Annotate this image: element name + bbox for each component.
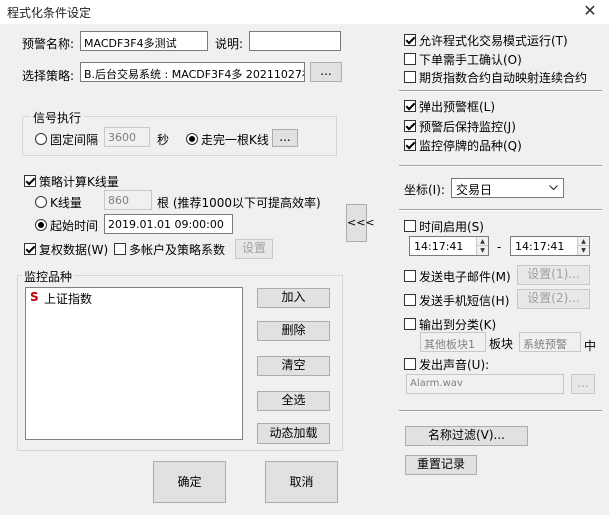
adjusted-data-checkbox[interactable] xyxy=(24,243,36,255)
kline-count-radio[interactable] xyxy=(35,196,47,208)
adjusted-data-label: 复权数据(W) xyxy=(39,243,109,257)
time-to-stepper[interactable]: 14:17:41 ▲ ▼ xyxy=(510,236,590,256)
kline-complete-label: 走完一根K线 xyxy=(201,133,269,147)
title-bar xyxy=(0,0,609,25)
middle-label: 中 xyxy=(584,339,597,353)
allow-program-trading-label: 允许程式化交易模式运行(T) xyxy=(419,34,568,48)
futures-continuous-checkbox[interactable] xyxy=(404,71,416,83)
email-settings-button[interactable]: 设置(1)... xyxy=(517,265,590,285)
sound-browse-button[interactable]: ... xyxy=(571,374,595,394)
time-to-value: 14:17:41 xyxy=(515,240,565,253)
kline-calc-checkbox[interactable] xyxy=(24,175,36,187)
keep-monitor-label: 预警后保持监控(J) xyxy=(419,120,516,134)
separator xyxy=(399,209,602,211)
time-from-down-icon[interactable]: ▼ xyxy=(476,246,488,255)
security-marker: S xyxy=(30,290,39,304)
alert-name-label: 预警名称: xyxy=(22,37,75,51)
cancel-button[interactable]: 取消 xyxy=(265,461,338,503)
send-sms-checkbox[interactable] xyxy=(404,294,416,306)
keep-monitor-checkbox[interactable] xyxy=(404,120,416,132)
play-sound-checkbox[interactable] xyxy=(404,358,416,370)
time-to-up-icon[interactable]: ▲ xyxy=(577,237,589,246)
ok-button[interactable]: 确定 xyxy=(153,461,226,503)
seconds-label: 秒 xyxy=(157,133,170,147)
kline-browse-button[interactable]: ... xyxy=(272,129,298,147)
popup-alert-checkbox[interactable] xyxy=(404,100,416,112)
sms-settings-button[interactable]: 设置(2)... xyxy=(517,289,590,309)
send-sms-label: 发送手机短信(H) xyxy=(419,294,510,308)
other-block-select[interactable]: 其他板块1 xyxy=(420,332,486,352)
strategy-browse-button[interactable]: ... xyxy=(310,62,342,82)
name-filter-button[interactable]: 名称过滤(V)... xyxy=(405,426,528,446)
allow-program-trading-checkbox[interactable] xyxy=(404,34,416,46)
fixed-interval-radio[interactable] xyxy=(35,133,47,145)
add-button[interactable]: 加入 xyxy=(257,288,330,308)
axis-select-value: 交易日 xyxy=(456,183,493,197)
start-time-radio[interactable] xyxy=(35,219,47,231)
reset-records-button[interactable]: 重置记录 xyxy=(405,455,477,475)
time-to-down-icon[interactable]: ▼ xyxy=(577,246,589,255)
send-email-checkbox[interactable] xyxy=(404,270,416,282)
list-item[interactable]: S 上证指数 xyxy=(30,290,230,306)
kline-complete-radio[interactable] xyxy=(186,133,198,145)
kline-calc-label: 策略计算K线量 xyxy=(39,175,119,189)
alert-name-input[interactable]: MACDF3F4多测试 xyxy=(80,31,208,51)
time-from-value: 14:17:41 xyxy=(414,240,464,253)
time-enable-label: 时间启用(S) xyxy=(419,220,484,234)
monitor-list[interactable]: S 上证指数 xyxy=(25,287,243,440)
kline-count-label: K线量 xyxy=(50,196,82,210)
time-from-stepper[interactable]: 14:17:41 ▲ ▼ xyxy=(409,236,489,256)
axis-label: 坐标(I): xyxy=(404,183,445,197)
select-all-button[interactable]: 全选 xyxy=(257,391,330,411)
fixed-interval-label: 固定间隔 xyxy=(50,133,99,147)
interval-input[interactable]: 3600 xyxy=(104,127,150,147)
monitor-suspended-label: 监控停牌的品种(Q) xyxy=(419,139,522,153)
kline-count-input[interactable]: 860 xyxy=(104,190,152,210)
note-input[interactable] xyxy=(249,31,341,51)
block-label: 板块 xyxy=(489,337,514,351)
collapse-button[interactable]: <<< xyxy=(346,204,375,242)
start-time-label: 起始时间 xyxy=(50,219,99,233)
output-category-checkbox[interactable] xyxy=(404,318,416,330)
axis-select[interactable]: 交易日 xyxy=(451,178,564,198)
strategy-label: 选择策略: xyxy=(22,69,75,83)
manual-confirm-label: 下单需手工确认(O) xyxy=(419,53,522,67)
time-enable-checkbox[interactable] xyxy=(404,220,416,232)
monitor-group-title: 监控品种 xyxy=(22,268,75,285)
kline-hint-label: 根 (推荐1000以下可提高效率) xyxy=(157,196,321,210)
manual-confirm-checkbox[interactable] xyxy=(404,53,416,65)
separator xyxy=(399,165,602,167)
popup-alert-label: 弹出预警框(L) xyxy=(419,100,496,114)
time-dash: - xyxy=(497,240,502,254)
separator xyxy=(399,90,602,92)
output-category-label: 输出到分类(K) xyxy=(419,318,497,332)
send-email-label: 发送电子邮件(M) xyxy=(419,270,511,284)
multi-account-settings-button[interactable]: 设置 xyxy=(235,239,273,259)
strategy-select[interactable]: B.后台交易系统 : MACDF3F4多 20211027补 xyxy=(80,62,305,82)
signal-group-title: 信号执行 xyxy=(30,109,85,126)
note-label: 说明: xyxy=(215,37,244,51)
close-icon[interactable]: ✕ xyxy=(580,1,600,21)
start-time-input[interactable]: 2019.01.01 09:00:00 xyxy=(104,214,233,234)
time-from-up-icon[interactable]: ▲ xyxy=(476,237,488,246)
clear-button[interactable]: 清空 xyxy=(257,356,330,376)
chevron-down-icon xyxy=(549,185,558,191)
monitor-suspended-checkbox[interactable] xyxy=(404,139,416,151)
security-name: 上证指数 xyxy=(44,292,93,306)
delete-button[interactable]: 删除 xyxy=(257,321,330,341)
futures-continuous-label: 期货指数合约自动映射连续合约 xyxy=(419,71,588,85)
system-alert-select[interactable]: 系统预警 xyxy=(519,332,581,352)
separator xyxy=(399,410,602,412)
sound-file-input[interactable]: Alarm.wav xyxy=(406,374,564,394)
window-title: 程式化条件设定 xyxy=(7,6,92,20)
multi-account-checkbox[interactable] xyxy=(114,243,126,255)
multi-account-label: 多帐户及策略系数 xyxy=(129,243,226,257)
dynamic-load-button[interactable]: 动态加载 xyxy=(257,423,330,444)
play-sound-label: 发出声音(U): xyxy=(419,358,490,372)
